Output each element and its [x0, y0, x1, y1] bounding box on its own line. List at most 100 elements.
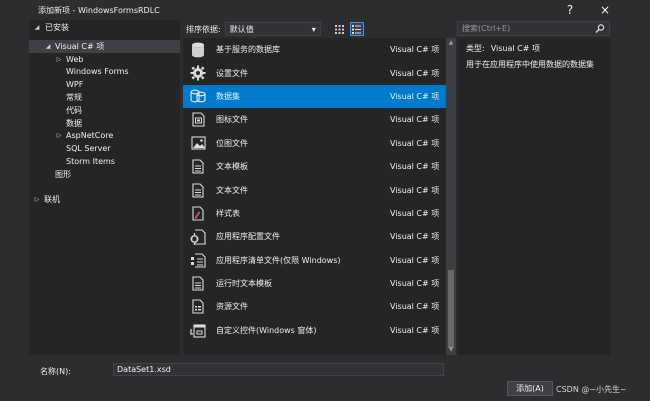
tree-item-label: WPF — [66, 80, 84, 90]
sort-label: 排序依据: — [186, 24, 221, 34]
item-type-label: 类型: — [466, 44, 485, 53]
tree-item-label: 图形 — [55, 169, 71, 179]
tree-item[interactable]: Windows Forms — [29, 66, 180, 79]
template-row[interactable]: 基于服务的数据库 Visual C# 项 — [183, 38, 446, 61]
template-type: Visual C# 项 — [390, 255, 440, 265]
tree-item[interactable]: WPF — [29, 78, 180, 91]
template-row[interactable]: 设置文件 Visual C# 项 — [183, 61, 446, 84]
resource-icon — [183, 295, 213, 318]
template-name: 应用程序清单文件(仅限 Windows) — [216, 255, 341, 265]
custom-control-icon — [183, 319, 213, 342]
tree-item[interactable]: Storm Items — [29, 155, 180, 168]
tree-item[interactable]: ▷ Web — [29, 53, 180, 66]
tree-item-label: SQL Server — [66, 144, 111, 154]
template-row[interactable]: 应用程序清单文件(仅限 Windows) Visual C# 项 — [183, 249, 446, 272]
sort-toolbar: 排序依据: 默认值 ▾ — [180, 20, 456, 38]
tree-item[interactable]: 数据 — [29, 117, 180, 130]
template-row[interactable]: 图标文件 Visual C# 项 — [183, 108, 446, 131]
scroll-down-icon[interactable]: ▼ — [446, 345, 456, 355]
sort-dropdown[interactable]: 默认值 ▾ — [224, 22, 321, 36]
template-name: 文本文件 — [216, 185, 248, 195]
help-button[interactable]: ? — [555, 0, 585, 20]
tree-item[interactable]: 图形 — [29, 168, 180, 181]
tree-item[interactable]: SQL Server — [29, 142, 180, 155]
installed-label: 已安装 — [45, 23, 69, 32]
item-type: 类型: Visual C# 项 — [466, 43, 540, 54]
tree-item-label: 常规 — [66, 93, 82, 103]
installed-header[interactable]: ◢ 已安装 — [33, 22, 69, 33]
template-row[interactable]: 数据集 Visual C# 项 — [183, 84, 446, 109]
tree-item[interactable]: ▷ AspNetCore — [29, 130, 180, 143]
template-row[interactable]: 文本模板 Visual C# 项 — [183, 155, 446, 178]
template-name: 应用程序配置文件 — [216, 232, 280, 242]
tree-item-label: AspNetCore — [66, 131, 114, 141]
template-name: 数据集 — [216, 91, 240, 101]
collapsed-arrow-icon[interactable]: ▷ — [55, 56, 63, 63]
template-row[interactable]: 资源文件 Visual C# 项 — [183, 295, 446, 318]
template-list: 基于服务的数据库 Visual C# 项设置文件 Visual C# 项数据集 Vis… — [183, 38, 446, 342]
template-row[interactable]: 位图文件 Visual C# 项 — [183, 132, 446, 155]
collapse-arrow-icon: ◢ — [34, 24, 40, 31]
template-type: Visual C# 项 — [390, 138, 440, 148]
template-row[interactable]: 运行时文本模板 Visual C# 项 — [183, 272, 446, 295]
scroll-up-icon[interactable]: ▲ — [446, 38, 456, 48]
template-list-panel: 基于服务的数据库 Visual C# 项设置文件 Visual C# 项数据集 Vis… — [183, 38, 456, 355]
tree-item-label: 联机 — [44, 195, 60, 205]
search-input[interactable] — [462, 24, 587, 33]
template-name: 位图文件 — [216, 138, 248, 148]
search-icon[interactable] — [595, 24, 605, 33]
name-field[interactable] — [113, 363, 444, 376]
sort-value: 默认值 — [229, 24, 254, 34]
template-name: 文本模板 — [216, 162, 248, 172]
template-name: 自定义控件(Windows 窗体) — [216, 325, 317, 335]
template-type: Visual C# 项 — [390, 208, 440, 218]
document-icon — [183, 179, 213, 202]
close-button[interactable]: × — [590, 0, 620, 20]
tree-item-label: 数据 — [66, 118, 82, 128]
template-list-scrollbar[interactable]: ▲ ▼ — [446, 38, 456, 355]
item-type-value: Visual C# 项 — [490, 44, 540, 53]
watermark: CSDN @~小先生~ — [556, 385, 627, 394]
gear-icon — [183, 62, 213, 85]
template-name: 运行时文本模板 — [216, 279, 272, 289]
collapsed-arrow-icon[interactable]: ▷ — [55, 132, 63, 139]
tree-item — [29, 181, 180, 194]
add-button[interactable]: 添加(A) — [507, 381, 553, 396]
tree-item-label: Storm Items — [66, 157, 115, 167]
template-type: Visual C# 项 — [390, 325, 440, 335]
expanded-arrow-icon[interactable]: ◢ — [44, 43, 52, 50]
template-row[interactable]: 文本文件 Visual C# 项 — [183, 178, 446, 201]
list-view-icon — [352, 24, 362, 34]
template-type: Visual C# 项 — [390, 162, 440, 172]
template-type: Visual C# 项 — [390, 45, 440, 55]
document-icon — [183, 272, 213, 295]
grid-view-button[interactable] — [333, 22, 347, 36]
tree-item-label: Windows Forms — [66, 67, 129, 77]
template-type: Visual C# 项 — [390, 91, 440, 101]
template-type: Visual C# 项 — [390, 185, 440, 195]
name-label: 名称(N): — [40, 367, 71, 376]
document-icon — [183, 155, 213, 178]
item-info-panel: 类型: Visual C# 项 用于在应用程序中使用数据的数据集 — [458, 38, 610, 355]
tree-item-label: 代码 — [66, 105, 82, 115]
tree-item[interactable]: 代码 — [29, 104, 180, 117]
collapsed-arrow-icon[interactable]: ▷ — [33, 196, 41, 203]
template-row[interactable]: 自定义控件(Windows 窗体) Visual C# 项 — [183, 319, 446, 342]
template-name: 样式表 — [216, 208, 240, 218]
tree-item[interactable]: ▷ 联机 — [29, 194, 180, 207]
template-row[interactable]: 应用程序配置文件 Visual C# 项 — [183, 225, 446, 248]
list-view-button[interactable] — [349, 22, 364, 36]
stylesheet-icon — [183, 202, 213, 225]
grid-view-icon — [335, 24, 345, 34]
title-bar: 添加新项 - WindowsFormsRDLC ? × — [0, 0, 650, 20]
tree-item[interactable]: 常规 — [29, 91, 180, 104]
template-name: 基于服务的数据库 — [216, 45, 280, 55]
scroll-thumb[interactable] — [448, 270, 454, 348]
chevron-down-icon: ▾ — [311, 24, 316, 34]
template-name: 设置文件 — [216, 68, 248, 78]
tree-item[interactable]: ◢ Visual C# 项 — [29, 40, 180, 53]
image-icon — [183, 132, 213, 155]
template-type: Visual C# 项 — [390, 279, 440, 289]
item-description: 用于在应用程序中使用数据的数据集 — [466, 60, 594, 69]
template-row[interactable]: 样式表 Visual C# 项 — [183, 202, 446, 225]
